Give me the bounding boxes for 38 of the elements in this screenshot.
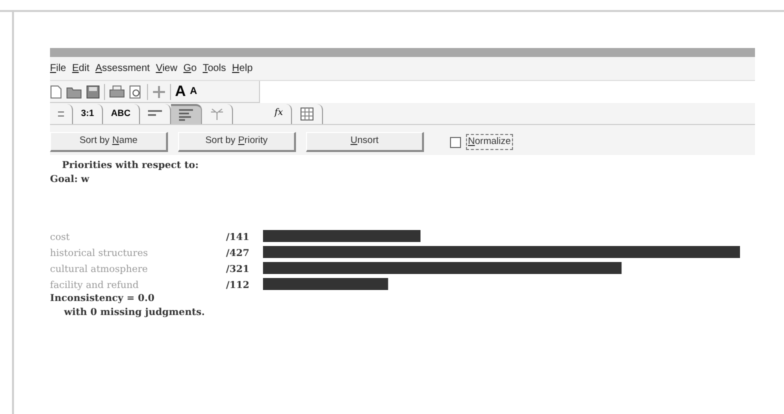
normalize-checkbox[interactable] <box>450 136 461 148</box>
sort-button[interactable]: Sort by Priority <box>178 132 296 152</box>
priorities-heading: Priorities with respect to: <box>62 159 200 173</box>
menu-item[interactable]: File <box>50 61 66 76</box>
priority-value: /427 <box>226 248 250 258</box>
increase-font-button[interactable]: A <box>175 84 186 99</box>
lines-icon <box>148 109 162 119</box>
menu-item[interactable]: Edit <box>72 61 90 76</box>
criterion-name: cost <box>50 232 70 242</box>
view-tab[interactable] <box>170 104 202 124</box>
branch-icon <box>210 108 224 120</box>
bar-lines-icon <box>178 109 193 121</box>
priority-value: /141 <box>226 232 250 242</box>
new-document-icon[interactable] <box>50 84 62 98</box>
grid-icon <box>300 107 314 121</box>
criterion-name: cultural atmosphere <box>50 264 148 274</box>
folder-icon[interactable] <box>66 84 82 98</box>
sort-button[interactable]: Sort by Name <box>50 132 168 152</box>
inconsistency-text: Inconsistency = 0.0 <box>50 292 156 306</box>
menu-item[interactable]: Tools <box>202 61 226 76</box>
priority-value: /321 <box>226 264 250 274</box>
menu-item[interactable]: Assessment <box>95 61 150 76</box>
menu-item[interactable]: Help <box>232 61 253 76</box>
menu-item[interactable]: View <box>156 61 178 76</box>
criterion-name: historical structures <box>50 248 148 258</box>
view-tab[interactable] <box>140 104 171 124</box>
move-arrows-icon[interactable] <box>152 84 166 98</box>
goal-label: Goal: w <box>50 173 90 188</box>
magnifier-page-icon[interactable] <box>129 84 143 98</box>
decrease-font-button[interactable]: A <box>190 86 198 96</box>
printer-icon[interactable] <box>109 84 125 98</box>
menu-item[interactable]: Go <box>183 61 197 76</box>
normalize-label[interactable]: Normalize <box>466 134 513 150</box>
sort-button[interactable]: Unsort <box>306 132 424 152</box>
missing-judgments-text: with 0 missing judgments. <box>64 306 206 320</box>
criterion-name: facility and refund <box>50 280 139 290</box>
priority-value: /112 <box>226 280 250 290</box>
wave-icon <box>58 109 64 119</box>
